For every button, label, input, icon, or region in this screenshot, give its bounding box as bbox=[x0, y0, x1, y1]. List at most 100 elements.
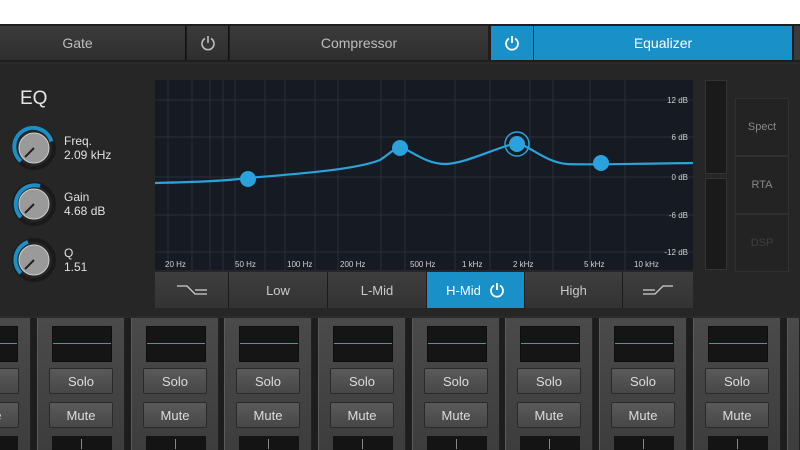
channel-strip: Solo Mute bbox=[318, 318, 406, 450]
high-shelf-button[interactable] bbox=[623, 272, 693, 308]
mute-button[interactable]: Mute bbox=[705, 402, 769, 428]
low-shelf-button[interactable] bbox=[155, 272, 229, 308]
band-lmid-button[interactable]: L-Mid bbox=[328, 272, 427, 308]
channel-strip: Solo Mute bbox=[0, 318, 31, 450]
mute-button[interactable]: Mute bbox=[517, 402, 581, 428]
spect-button[interactable]: Spect bbox=[735, 98, 789, 156]
channel-strip: Solo Mute bbox=[505, 318, 593, 450]
channel-fader[interactable] bbox=[0, 436, 18, 450]
power-icon bbox=[200, 36, 215, 51]
solo-button[interactable]: Solo bbox=[330, 368, 394, 394]
eq-node-hmid[interactable] bbox=[509, 136, 525, 152]
band-high-label: High bbox=[560, 282, 587, 298]
channel-meter-display bbox=[614, 326, 674, 362]
band-selector: Low L-Mid H-Mid High bbox=[155, 272, 693, 308]
low-shelf-icon bbox=[176, 285, 207, 295]
high-shelf-icon bbox=[643, 285, 673, 295]
solo-label: Solo bbox=[629, 373, 657, 389]
mute-label: Mute bbox=[722, 407, 752, 423]
solo-button[interactable]: Solo bbox=[143, 368, 207, 394]
tab-equalizer[interactable]: Equalizer bbox=[534, 26, 792, 60]
channel-fader[interactable] bbox=[427, 436, 487, 450]
channel-strip: Solo Mute bbox=[37, 318, 125, 450]
eq-node-high[interactable] bbox=[593, 155, 609, 171]
channel-fader[interactable] bbox=[520, 436, 580, 450]
band-low-button[interactable]: Low bbox=[229, 272, 328, 308]
mute-button[interactable]: Mute bbox=[0, 402, 19, 428]
power-icon bbox=[505, 36, 519, 51]
mute-button[interactable]: Mute bbox=[611, 402, 675, 428]
dsp-button[interactable]: DSP bbox=[735, 214, 789, 272]
channel-meter-display bbox=[427, 326, 487, 362]
mute-label: Mute bbox=[441, 407, 471, 423]
equalizer-power-button[interactable] bbox=[491, 26, 533, 60]
solo-button[interactable]: Solo bbox=[49, 368, 113, 394]
channel-fader[interactable] bbox=[52, 436, 112, 450]
eq-panel: EQ Freq. 2.09 kHz Gain 4.68 dB Q 1.51 12… bbox=[0, 64, 800, 316]
freq-label-50hz: 50 Hz bbox=[235, 260, 256, 269]
q-readout: Q 1.51 bbox=[64, 246, 87, 274]
mute-button[interactable]: Mute bbox=[49, 402, 113, 428]
channel-meter-display bbox=[333, 326, 393, 362]
freq-label-500hz: 500 Hz bbox=[410, 260, 435, 269]
channel-strip: Solo Mute bbox=[131, 318, 219, 450]
channel-fader[interactable] bbox=[708, 436, 768, 450]
mute-label: Mute bbox=[160, 407, 190, 423]
mute-button[interactable]: Mute bbox=[236, 402, 300, 428]
freq-control: Freq. 2.09 kHz bbox=[12, 126, 111, 170]
mute-button[interactable]: Mute bbox=[330, 402, 394, 428]
channel-strip: Solo Mute bbox=[599, 318, 687, 450]
rta-button[interactable]: RTA bbox=[735, 156, 789, 214]
mute-button[interactable]: Mute bbox=[424, 402, 488, 428]
tab-compressor-label: Compressor bbox=[320, 35, 398, 51]
solo-button[interactable]: Solo bbox=[424, 368, 488, 394]
gain-knob[interactable] bbox=[12, 182, 56, 226]
channel-fader[interactable] bbox=[239, 436, 299, 450]
channel-strip: Solo Mute bbox=[693, 318, 781, 450]
mute-button[interactable]: Mute bbox=[143, 402, 207, 428]
eq-node-lmid[interactable] bbox=[392, 140, 408, 156]
freq-label: Freq. bbox=[64, 134, 93, 148]
freq-label-200hz: 200 Hz bbox=[340, 260, 365, 269]
db-label-0: 0 dB bbox=[672, 173, 688, 182]
tab-compressor[interactable]: Compressor bbox=[230, 26, 488, 60]
solo-label: Solo bbox=[348, 373, 376, 389]
band-high-button[interactable]: High bbox=[525, 272, 623, 308]
band-hmid-label: H-Mid bbox=[446, 282, 481, 298]
solo-button[interactable]: Solo bbox=[236, 368, 300, 394]
band-low-label: Low bbox=[266, 282, 290, 298]
freq-knob[interactable] bbox=[12, 126, 56, 170]
channel-meter-display bbox=[52, 326, 112, 362]
channel-fader[interactable] bbox=[146, 436, 206, 450]
q-value: 1.51 bbox=[64, 260, 88, 274]
channel-strip-edge bbox=[787, 318, 800, 450]
solo-button[interactable]: Solo bbox=[705, 368, 769, 394]
q-knob[interactable] bbox=[12, 238, 56, 282]
channel-strip: Solo Mute bbox=[224, 318, 312, 450]
channel-fader[interactable] bbox=[333, 436, 393, 450]
power-icon bbox=[489, 283, 504, 298]
eq-graph[interactable]: 12 dB 6 dB 0 dB -6 dB -12 dB 20 Hz 50 Hz… bbox=[155, 80, 693, 270]
eq-node-low[interactable] bbox=[240, 171, 256, 187]
compressor-power-button[interactable] bbox=[187, 26, 229, 60]
solo-button[interactable]: Solo bbox=[0, 368, 19, 394]
output-meter bbox=[705, 178, 727, 270]
channel-meter-display bbox=[520, 326, 580, 362]
band-lmid-label: L-Mid bbox=[360, 282, 394, 298]
db-label-6: 6 dB bbox=[672, 133, 688, 142]
gain-control: Gain 4.68 dB bbox=[12, 182, 105, 226]
freq-readout: Freq. 2.09 kHz bbox=[64, 134, 111, 162]
mute-label: Mute bbox=[66, 407, 96, 423]
q-control: Q 1.51 bbox=[12, 238, 87, 282]
solo-label: Solo bbox=[254, 373, 282, 389]
solo-button[interactable]: Solo bbox=[517, 368, 581, 394]
channel-fader[interactable] bbox=[614, 436, 674, 450]
freq-label-10khz: 10 kHz bbox=[634, 260, 659, 269]
band-hmid-button[interactable]: H-Mid bbox=[427, 272, 525, 308]
solo-button[interactable]: Solo bbox=[611, 368, 675, 394]
tab-gate[interactable]: Gate bbox=[0, 26, 186, 60]
solo-label: Solo bbox=[67, 373, 95, 389]
db-label-12: 12 dB bbox=[667, 96, 688, 105]
mute-label: Mute bbox=[253, 407, 283, 423]
mute-label: Mute bbox=[0, 408, 1, 423]
